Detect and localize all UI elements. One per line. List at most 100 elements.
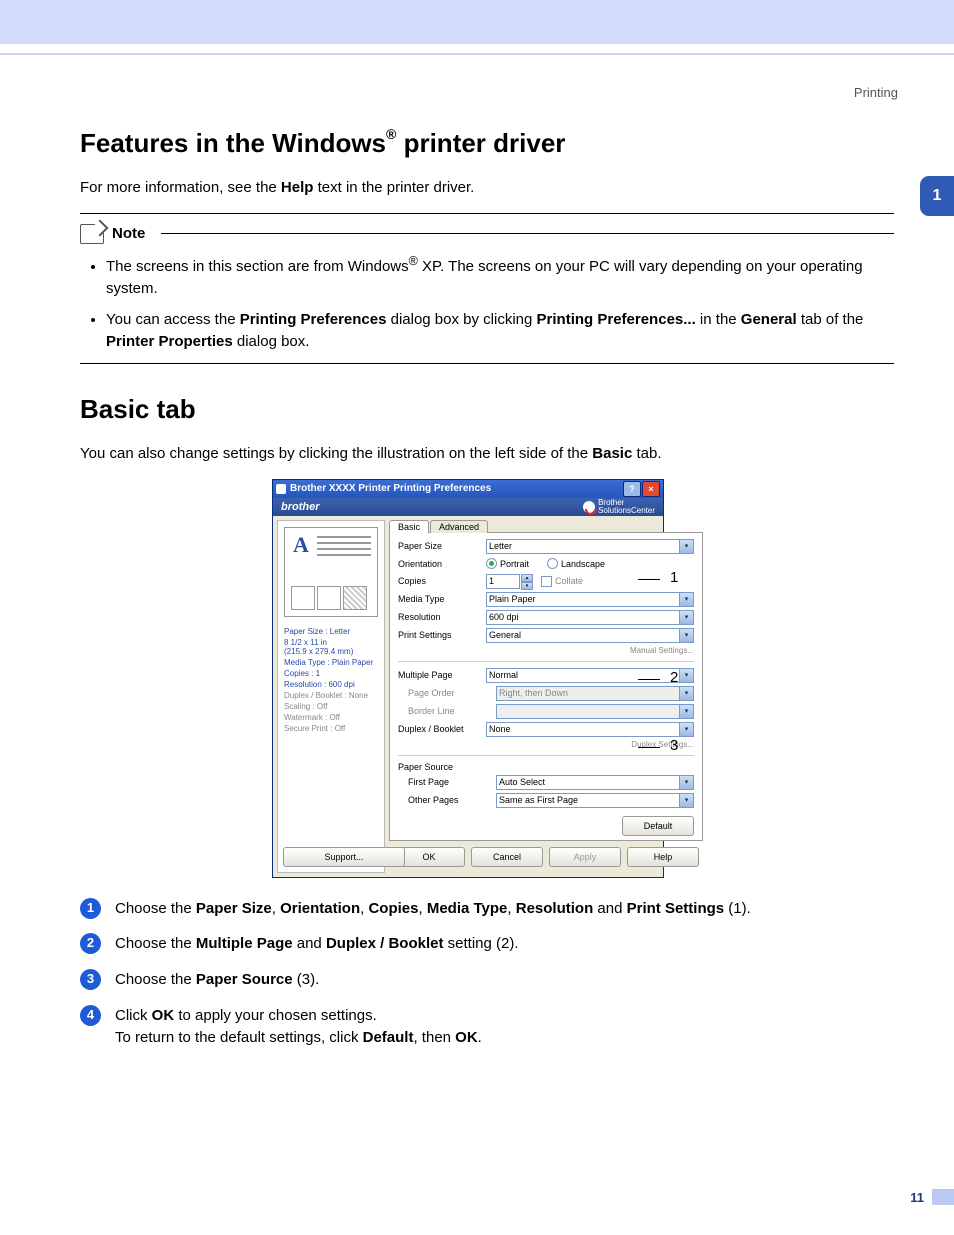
solutions-center-link[interactable]: Brother SolutionsCenter [583, 499, 655, 515]
help-button-bottom[interactable]: Help [627, 847, 699, 867]
lbl-otherpages: Other Pages [398, 795, 496, 805]
s1l: Print Settings [627, 900, 725, 917]
tab-basic[interactable]: Basic [389, 520, 429, 533]
spinner-copies[interactable]: ▴▾ [521, 574, 533, 589]
s1f: Copies [368, 900, 418, 917]
page-number: 11 [910, 1190, 924, 1205]
lbl-orientation: Orientation [398, 559, 486, 569]
link-manual-settings[interactable]: Manual Settings... [398, 646, 694, 655]
combo-printsettings[interactable]: General▾ [486, 628, 694, 643]
lp-scaling: Scaling : Off [284, 702, 378, 711]
s2d: Duplex / Booklet [326, 935, 444, 952]
top-band [0, 0, 954, 44]
preview-pane[interactable]: A Paper Size : Letter 8 1/2 x 11 in (215… [277, 520, 385, 873]
s2a: Choose the [115, 935, 196, 952]
lbl-papersource: Paper Source [398, 762, 694, 772]
lbl-firstpage: First Page [398, 777, 496, 787]
s1c: , [272, 900, 280, 917]
lbl-borderline: Border Line [398, 706, 496, 716]
thumbnail-letter: A [293, 532, 309, 558]
s1k: and [593, 900, 626, 917]
combo-resolution[interactable]: 600 dpi▾ [486, 610, 694, 625]
n2a: You can access the [106, 311, 240, 328]
n2h: Printer Properties [106, 333, 233, 350]
n2b: Printing Preferences [240, 311, 387, 328]
lp-secure: Secure Print : Off [284, 724, 378, 733]
intro-c: text in the printer driver. [313, 179, 474, 196]
chevron-down-icon: ▾ [679, 669, 693, 682]
intro-a: For more information, see the [80, 179, 281, 196]
input-copies[interactable]: 1 [486, 574, 520, 589]
chevron-down-icon: ▾ [679, 687, 693, 700]
solutions-center-label: Brother SolutionsCenter [598, 499, 655, 515]
support-button[interactable]: Support... [283, 847, 405, 867]
step-2-badge: 2 [80, 933, 101, 954]
n2g: tab of the [797, 311, 864, 328]
radio-landscape[interactable] [547, 558, 558, 569]
s4d: To return to the default settings, click [115, 1029, 363, 1046]
note-item-1: The screens in this section are from Win… [106, 252, 894, 300]
lbl-resolution: Resolution [398, 612, 486, 622]
s4b: OK [152, 1007, 175, 1024]
combo-papersize[interactable]: Letter▾ [486, 539, 694, 554]
cancel-button[interactable]: Cancel [471, 847, 543, 867]
s3b: Paper Source [196, 971, 293, 988]
note-title: Note [112, 225, 145, 242]
combo-firstpage[interactable]: Auto Select▾ [496, 775, 694, 790]
lbl-portrait: Portrait [500, 559, 529, 569]
step-3: 3 Choose the Paper Source (3). [80, 969, 894, 991]
chevron-down-icon: ▾ [679, 593, 693, 606]
step-4: 4 Click OK to apply your chosen settings… [80, 1005, 894, 1049]
n2e: in the [696, 311, 741, 328]
combo-mediatype[interactable]: Plain Paper▾ [486, 592, 694, 607]
n2c: dialog box by clicking [386, 311, 536, 328]
chapter-tab: 1 [920, 176, 954, 216]
s1d: Orientation [280, 900, 360, 917]
help-button[interactable]: ? [623, 481, 641, 497]
tab-advanced[interactable]: Advanced [430, 520, 488, 533]
s4e: Default [363, 1029, 414, 1046]
lbl-printsettings: Print Settings [398, 630, 486, 640]
callout-2: 2 [670, 669, 678, 686]
s2c: and [293, 935, 326, 952]
step-3-badge: 3 [80, 969, 101, 990]
step-4-badge: 4 [80, 1005, 101, 1026]
combo-pageorder: Right, then Down▾ [496, 686, 694, 701]
page-thumbnail[interactable]: A [284, 527, 378, 617]
lbl-collate: Collate [555, 576, 583, 586]
header-rule [0, 53, 954, 55]
combo-borderline: ▾ [496, 704, 694, 719]
close-button[interactable]: × [642, 481, 660, 497]
dialog-title: Brother XXXX Printer Printing Preference… [290, 483, 491, 494]
intro-b: Help [281, 179, 314, 196]
brand-bar: brother Brother SolutionsCenter [273, 498, 663, 516]
h1-text-a: Features in the Windows [80, 128, 386, 158]
page-number-bar [932, 1189, 954, 1205]
callout-1-num: 1 [670, 569, 678, 586]
note-rule-top [80, 213, 894, 214]
radio-portrait[interactable] [486, 558, 497, 569]
val-papersize: Letter [489, 541, 512, 551]
callout-3: 3 [670, 737, 678, 754]
dialog-titlebar[interactable]: Brother XXXX Printer Printing Preference… [273, 480, 663, 498]
heading-basic-tab: Basic tab [80, 394, 894, 425]
combo-multiplepage[interactable]: Normal ▾ [486, 668, 694, 683]
lp-copies: Copies : 1 [284, 669, 378, 678]
s4a: Click [115, 1007, 152, 1024]
chevron-down-icon: ▾ [679, 705, 693, 718]
lp-duplex: Duplex / Booklet : None [284, 691, 378, 700]
default-button[interactable]: Default [622, 816, 694, 836]
s1i: , [507, 900, 515, 917]
combo-otherpages[interactable]: Same as First Page▾ [496, 793, 694, 808]
checkbox-collate[interactable] [541, 576, 552, 587]
combo-duplex[interactable]: None▾ [486, 722, 694, 737]
settings-pane: Basic Advanced Paper Size Letter▾ Orient… [389, 520, 703, 873]
n1sup: ® [409, 254, 418, 268]
lbl-landscape: Landscape [561, 559, 605, 569]
s2e: setting (2). [443, 935, 518, 952]
n2f: General [741, 311, 797, 328]
lp-res: Resolution : 600 dpi [284, 680, 378, 689]
step-1-badge: 1 [80, 898, 101, 919]
val-multiplepage: Normal [489, 670, 518, 680]
s4c: to apply your chosen settings. [174, 1007, 377, 1024]
